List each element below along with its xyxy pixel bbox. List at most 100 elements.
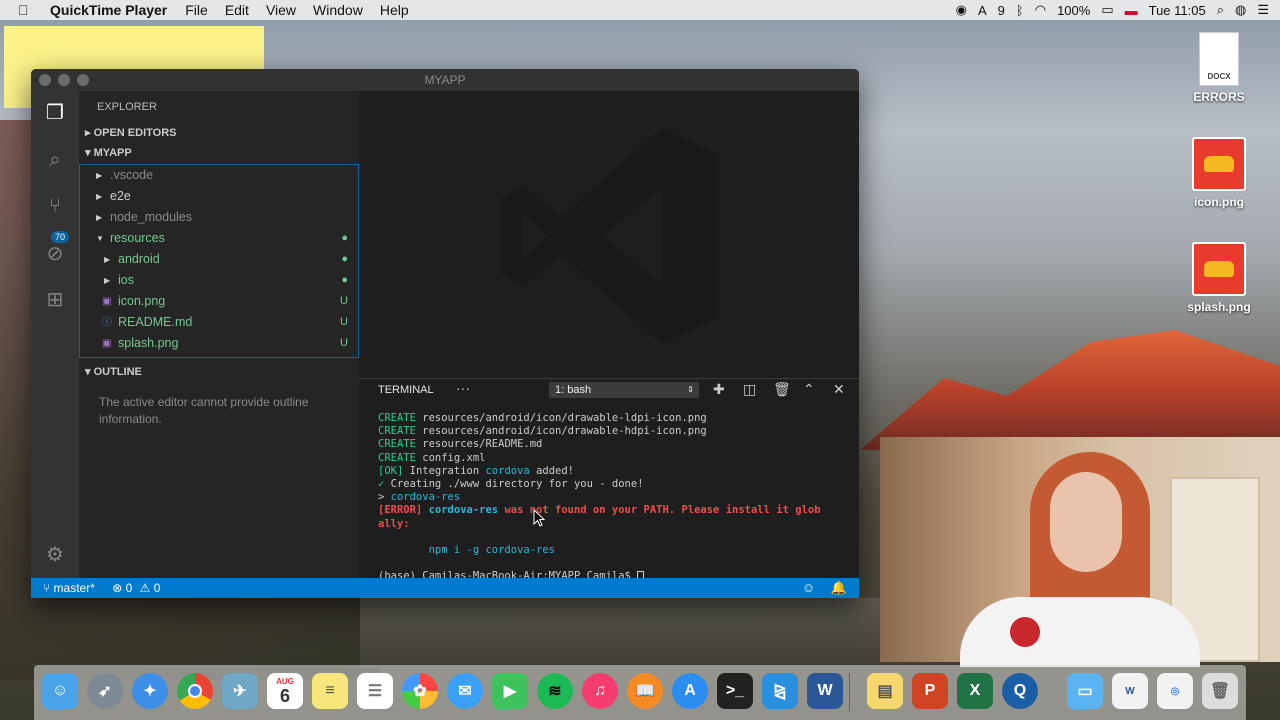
editor-area[interactable] xyxy=(359,91,859,378)
terminal-app-icon[interactable]: >_ xyxy=(717,673,753,709)
clock[interactable]: Tue 11:05 xyxy=(1149,3,1206,18)
explorer-header: EXPLORER xyxy=(97,101,157,113)
notification-center-icon[interactable]: ☰ xyxy=(1257,2,1269,18)
trash-icon[interactable]: 🗑 xyxy=(1202,673,1238,709)
file-tree: ▶ .vscode ▶ e2e ▶ node_modules ▼ resources ● … xyxy=(79,164,359,358)
desktop-file-icon-png[interactable]: icon.png xyxy=(1179,137,1259,209)
preview-icon[interactable]: ✈ xyxy=(222,673,258,709)
git-status-dot: ● xyxy=(341,253,348,265)
tree-item-node-modules[interactable]: ▶ node_modules xyxy=(80,207,358,228)
git-branch[interactable]: master* xyxy=(54,581,95,595)
chrome-icon[interactable] xyxy=(177,673,213,709)
flag-icon[interactable]: ▬ xyxy=(1125,3,1138,18)
tree-item-label: e2e xyxy=(110,189,131,203)
person-shirt xyxy=(960,597,1200,667)
app-store-icon[interactable]: A xyxy=(672,673,708,709)
tree-item-label: splash.png xyxy=(118,336,179,350)
app-name-menu[interactable]: QuickTime Player xyxy=(50,2,167,18)
photos-icon[interactable]: ✿ xyxy=(402,673,438,709)
window-titlebar[interactable]: MYAPP xyxy=(31,69,859,91)
ibooks-icon[interactable]: 📖 xyxy=(627,673,663,709)
open-editors-section[interactable]: ▸ OPEN EDITORS xyxy=(79,123,359,143)
notes-icon[interactable]: ≡ xyxy=(312,673,348,709)
menu-help[interactable]: Help xyxy=(380,2,409,18)
more-actions-icon[interactable]: ··· xyxy=(456,380,470,396)
folder-icon[interactable]: ▭ xyxy=(1067,673,1103,709)
terminal-text: Integration xyxy=(403,464,486,477)
git-status-untracked: U xyxy=(340,316,348,328)
close-icon[interactable]: ✕ xyxy=(833,381,845,398)
panel-header: TERMINAL ··· 1: bash ⇕ ✚ ◫ 🗑 ⌃ ✕ xyxy=(359,379,859,401)
warning-count[interactable]: 0 xyxy=(154,581,161,595)
screen-record-icon[interactable]: ◉ xyxy=(956,2,967,18)
tree-item-icon-png[interactable]: ▣ icon.png U xyxy=(80,291,358,312)
debug-icon[interactable]: ⊘ xyxy=(43,242,67,266)
terminal-text: cordova-res xyxy=(422,504,499,517)
launchpad-icon[interactable]: ➶ xyxy=(87,673,123,709)
menu-view[interactable]: View xyxy=(266,2,296,18)
word-icon[interactable]: W xyxy=(807,673,843,709)
word-document-stack-icon[interactable]: W xyxy=(1112,673,1148,709)
quicktime-icon[interactable]: Q xyxy=(1002,673,1038,709)
project-section[interactable]: ▾ MYAPP xyxy=(79,143,359,163)
siri-icon[interactable]: ◍ xyxy=(1235,2,1246,18)
facetime-icon[interactable]: ▶ xyxy=(492,673,528,709)
error-count[interactable]: 0 xyxy=(126,581,133,595)
finder-icon[interactable]: ☺ xyxy=(42,673,78,709)
terminal-select[interactable]: 1: bash ⇕ xyxy=(549,382,699,398)
tree-item-ios[interactable]: ▶ ios ● xyxy=(80,270,358,291)
outline-section[interactable]: ▾ OUTLINE xyxy=(79,362,359,382)
battery-icon[interactable]: ▭ xyxy=(1101,2,1113,18)
tree-item-e2e[interactable]: ▶ e2e xyxy=(80,186,358,207)
excel-icon[interactable]: X xyxy=(957,673,993,709)
powerpoint-icon[interactable]: P xyxy=(912,673,948,709)
new-terminal-icon[interactable]: ✚ xyxy=(713,381,725,398)
desktop-file-errors[interactable]: DOCX ERRORS xyxy=(1179,32,1259,104)
spotify-icon[interactable]: ≋ xyxy=(537,673,573,709)
status-right: ☺ 🔔 xyxy=(802,578,847,598)
terminal-text: resources/android/icon/drawable-ldpi-ico… xyxy=(415,412,707,424)
adobe-icon[interactable]: A xyxy=(978,3,987,18)
status-bar: ⑂ master* ⊗ 0 ⚠ 0 ☺ 🔔 xyxy=(31,578,859,598)
bluetooth-icon[interactable]: ᛒ xyxy=(1016,3,1024,18)
itunes-icon[interactable]: ♫ xyxy=(582,673,618,709)
messages-icon[interactable]: ✉ xyxy=(447,673,483,709)
apple-icon[interactable]:  xyxy=(18,2,38,18)
stickies-icon[interactable]: ▤ xyxy=(867,673,903,709)
feedback-smiley-icon[interactable]: ☺ xyxy=(802,580,815,595)
chevron-up-icon[interactable]: ⌃ xyxy=(803,381,815,398)
safari-icon[interactable]: ✦ xyxy=(132,673,168,709)
spotlight-search-icon[interactable]: ⌕ xyxy=(1217,2,1224,18)
chrome-document-stack-icon[interactable]: ◎ xyxy=(1157,673,1193,709)
create-tag: CREATE xyxy=(378,412,416,424)
bell-icon[interactable]: 🔔 xyxy=(831,580,847,595)
explorer-files-icon[interactable]: ❐ xyxy=(43,101,67,125)
source-control-icon[interactable]: ⑂ xyxy=(43,194,67,218)
menu-file[interactable]: File xyxy=(185,2,208,18)
terminal-line: > cordova-res xyxy=(378,491,848,504)
trash-icon[interactable]: 🗑 xyxy=(773,381,791,398)
terminal-line: ally: xyxy=(378,518,848,531)
gear-icon[interactable]: ⚙ xyxy=(43,543,67,567)
vscode-app-icon[interactable]: ⧎ xyxy=(762,673,798,709)
extensions-icon[interactable]: ⊞ xyxy=(43,288,67,312)
tree-item-splash-png[interactable]: ▣ splash.png U xyxy=(80,333,358,354)
tree-item-vscode[interactable]: ▶ .vscode xyxy=(80,165,358,186)
error-icon: ⊗ xyxy=(112,581,123,595)
wifi-icon[interactable]: ◠ xyxy=(1035,2,1046,18)
calendar-icon[interactable]: AUG 6 xyxy=(267,673,303,709)
desktop-file-splash-png[interactable]: splash.png xyxy=(1179,242,1259,314)
tree-item-resources[interactable]: ▼ resources ● xyxy=(80,228,358,249)
tab-terminal[interactable]: TERMINAL xyxy=(378,384,434,396)
split-terminal-icon[interactable]: ◫ xyxy=(743,381,756,398)
search-icon[interactable]: ⌕ xyxy=(43,148,67,172)
tree-item-src[interactable]: ▶src xyxy=(80,352,358,357)
tree-item-android[interactable]: ▶ android ● xyxy=(80,249,358,270)
menu-edit[interactable]: Edit xyxy=(225,2,249,18)
reminders-icon[interactable]: ☰ xyxy=(357,673,393,709)
tree-item-label: resources xyxy=(110,231,165,245)
terminal-output[interactable]: CREATE resources/android/icon/drawable-l… xyxy=(378,412,848,584)
menu-window[interactable]: Window xyxy=(313,2,363,18)
terminal-line: [ERROR] cordova-res was not found on you… xyxy=(378,504,848,517)
tree-item-readme[interactable]: ⓘ README.md U xyxy=(80,312,358,333)
